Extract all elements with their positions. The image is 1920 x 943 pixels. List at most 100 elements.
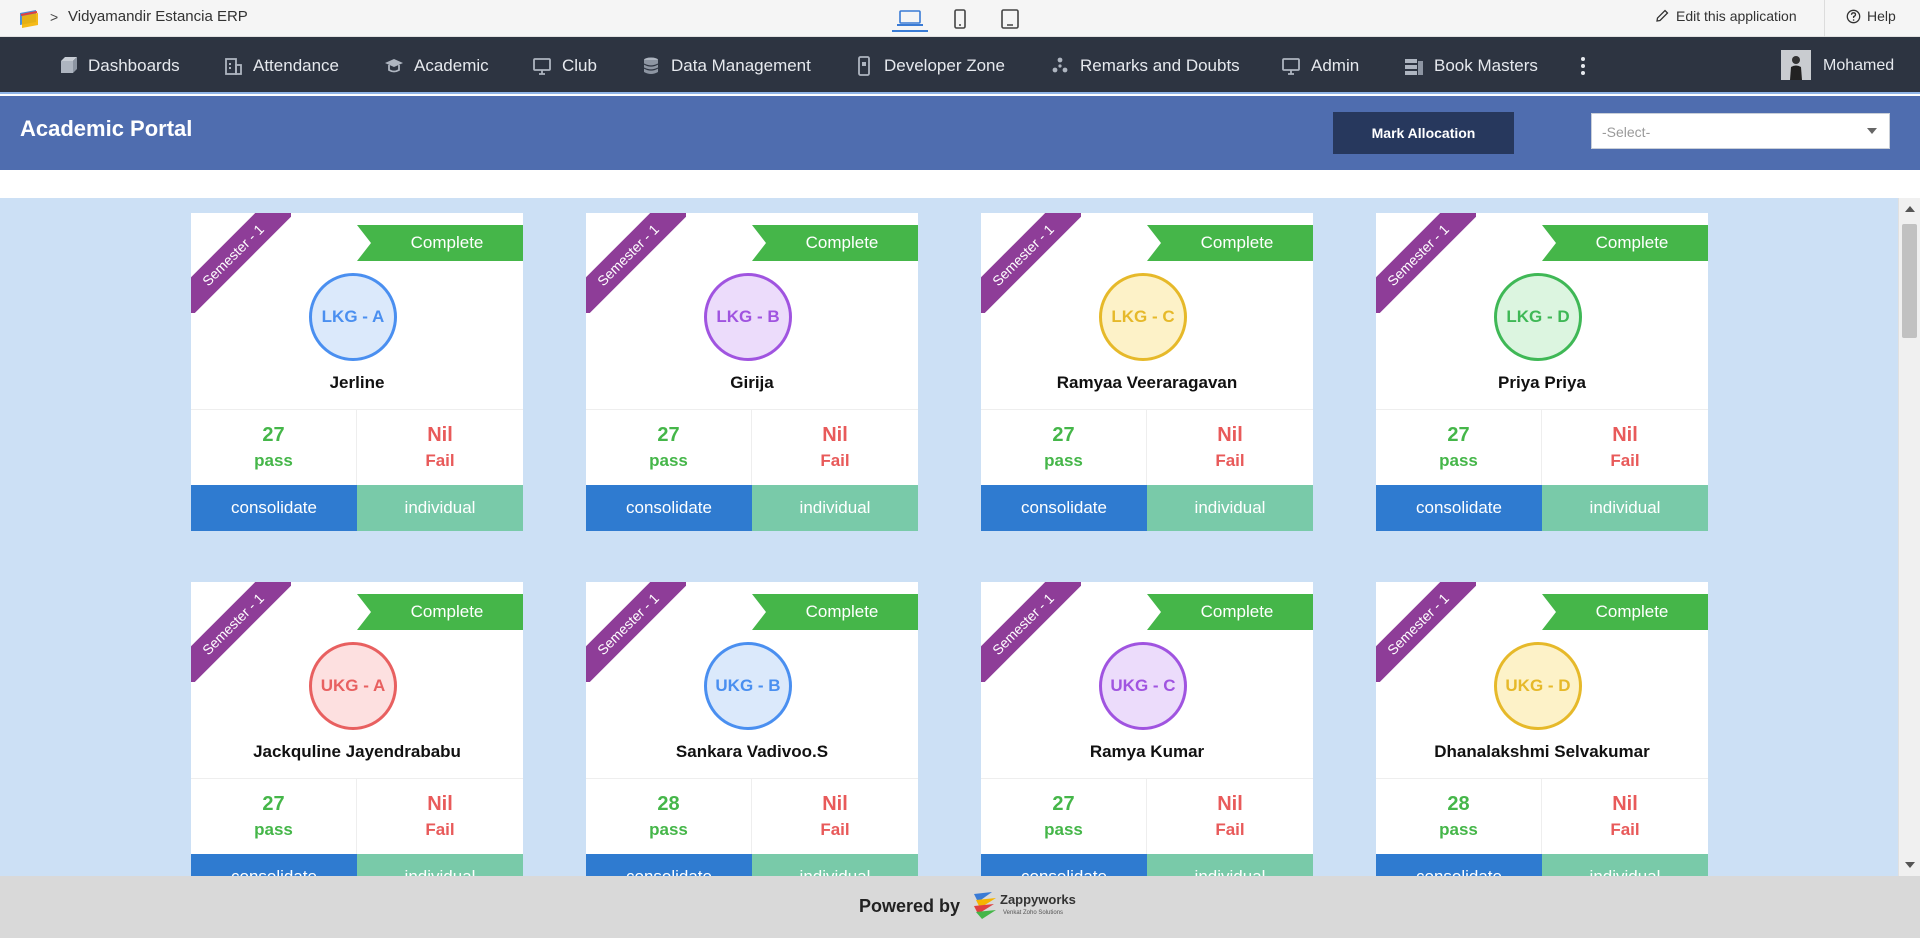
zappyworks-logo-icon	[974, 892, 996, 919]
pass-label: pass	[1044, 820, 1083, 839]
nav-label: Club	[562, 55, 597, 75]
fail-stat: Nil Fail	[1542, 410, 1708, 486]
individual-button[interactable]: individual	[1542, 485, 1708, 531]
teacher-name: Jackquline Jayendrababu	[253, 742, 461, 761]
edit-application-link[interactable]: Edit this application	[1655, 8, 1797, 24]
fail-count: Nil	[822, 424, 848, 446]
nav-item-admin[interactable]: Admin	[1281, 37, 1359, 94]
fail-count: Nil	[1217, 424, 1243, 446]
pass-stat: 27 pass	[981, 779, 1147, 855]
fail-count: Nil	[1612, 793, 1638, 815]
scroll-up-icon[interactable]	[1905, 206, 1915, 212]
class-badge[interactable]: UKG - C	[1099, 642, 1187, 730]
fail-label: Fail	[1610, 820, 1640, 839]
consolidate-button[interactable]: consolidate	[191, 485, 357, 531]
semester-label: Semester - 1	[191, 213, 291, 313]
class-card: Semester - 1 Complete UKG - D Dhanalakshmi …	[1376, 582, 1708, 876]
class-badge[interactable]: UKG - A	[309, 642, 397, 730]
class-badge[interactable]: LKG - B	[704, 273, 792, 361]
nav-item-developer-zone[interactable]: Developer Zone	[854, 37, 1005, 94]
consolidate-button[interactable]: consolidate	[981, 485, 1147, 531]
vertical-scrollbar[interactable]	[1898, 198, 1920, 876]
scroll-down-icon[interactable]	[1905, 862, 1915, 868]
teacher-name: Sankara Vadivoo.S	[675, 742, 829, 761]
pass-stat: 27 pass	[586, 410, 752, 486]
fail-count: Nil	[427, 793, 453, 815]
class-card: Semester - 1 Complete LKG - A Jerline 27 pass…	[191, 213, 523, 531]
fail-label: Fail	[820, 820, 850, 839]
help-link[interactable]: Help	[1846, 8, 1896, 24]
result-stats: 27 pass Nil Fail	[191, 778, 523, 855]
status-badge: Complete	[1147, 594, 1313, 630]
consolidate-button[interactable]: consolidate	[981, 854, 1147, 876]
pass-count: 27	[1447, 424, 1470, 446]
semester-label: Semester - 1	[1376, 582, 1476, 682]
consolidate-button[interactable]: consolidate	[1376, 854, 1542, 876]
mark-allocation-button[interactable]: Mark Allocation	[1333, 112, 1514, 154]
pass-stat: 27 pass	[1376, 410, 1542, 486]
app-title[interactable]: Vidyamandir Estancia ERP	[68, 8, 248, 25]
user-avatar[interactable]	[1781, 50, 1811, 80]
nav-item-dashboards[interactable]: Dashboards	[58, 37, 180, 94]
semester-ribbon: Semester - 1	[1376, 213, 1476, 313]
class-card: Semester - 1 Complete UKG - B Sankara Vadiv…	[586, 582, 918, 876]
app-logo-icon[interactable]	[18, 8, 40, 28]
pass-label: pass	[1439, 451, 1478, 470]
class-badge[interactable]: UKG - D	[1494, 642, 1582, 730]
semester-label: Semester - 1	[586, 213, 686, 313]
scroll-thumb[interactable]	[1902, 224, 1917, 338]
nav-item-remarks-and-doubts[interactable]: Remarks and Doubts	[1050, 37, 1240, 94]
individual-button[interactable]: individual	[1147, 854, 1313, 876]
individual-button[interactable]: individual	[357, 485, 523, 531]
individual-button[interactable]: individual	[752, 485, 918, 531]
status-badge: Complete	[357, 225, 523, 261]
pass-stat: 27 pass	[191, 779, 357, 855]
fail-stat: Nil Fail	[1542, 779, 1708, 855]
portal-header: Academic Portal Mark Allocation -Select-	[0, 96, 1920, 170]
fail-count: Nil	[1612, 424, 1638, 446]
class-select[interactable]: -Select-	[1591, 113, 1890, 149]
fail-label: Fail	[1215, 820, 1245, 839]
nav-item-academic[interactable]: Academic	[384, 37, 489, 94]
semester-label: Semester - 1	[1376, 213, 1476, 313]
desktop-view-button[interactable]	[892, 6, 928, 32]
nav-item-data-management[interactable]: Data Management	[641, 37, 811, 94]
consolidate-button[interactable]: consolidate	[586, 485, 752, 531]
pass-count: 28	[657, 793, 680, 815]
nav-item-book-masters[interactable]: Book Masters	[1404, 37, 1538, 94]
more-vertical-icon[interactable]	[1576, 55, 1590, 77]
result-stats: 27 pass Nil Fail	[586, 409, 918, 486]
mobile-view-button[interactable]	[992, 6, 1028, 32]
consolidate-button[interactable]: consolidate	[1376, 485, 1542, 531]
nav-item-attendance[interactable]: Attendance	[223, 37, 339, 94]
individual-button[interactable]: individual	[1147, 485, 1313, 531]
nav-label: Dashboards	[88, 55, 180, 75]
pass-stat: 28 pass	[586, 779, 752, 855]
pass-stat: 27 pass	[981, 410, 1147, 486]
teacher-name: Girija	[730, 373, 774, 392]
result-stats: 27 pass Nil Fail	[981, 778, 1313, 855]
monitor-icon	[533, 57, 551, 75]
semester-label: Semester - 1	[981, 582, 1081, 682]
fail-stat: Nil Fail	[752, 410, 918, 486]
brand-name: Zappyworks	[1000, 892, 1076, 907]
consolidate-button[interactable]: consolidate	[586, 854, 752, 876]
individual-button[interactable]: individual	[357, 854, 523, 876]
pass-count: 28	[1447, 793, 1470, 815]
tablet-view-button[interactable]	[942, 6, 978, 32]
nav-label: Remarks and Doubts	[1080, 55, 1240, 75]
nav-item-club[interactable]: Club	[532, 37, 597, 94]
semester-label: Semester - 1	[981, 213, 1081, 313]
class-badge[interactable]: UKG - B	[704, 642, 792, 730]
individual-button[interactable]: individual	[1542, 854, 1708, 876]
pass-count: 27	[262, 424, 285, 446]
pass-label: pass	[1439, 820, 1478, 839]
individual-button[interactable]: individual	[752, 854, 918, 876]
user-name[interactable]: Mohamed	[1823, 57, 1894, 75]
cube-icon	[61, 56, 77, 73]
class-badge[interactable]: LKG - A	[309, 273, 397, 361]
pass-label: pass	[254, 451, 293, 470]
class-badge[interactable]: LKG - C	[1099, 273, 1187, 361]
consolidate-button[interactable]: consolidate	[191, 854, 357, 876]
class-badge[interactable]: LKG - D	[1494, 273, 1582, 361]
